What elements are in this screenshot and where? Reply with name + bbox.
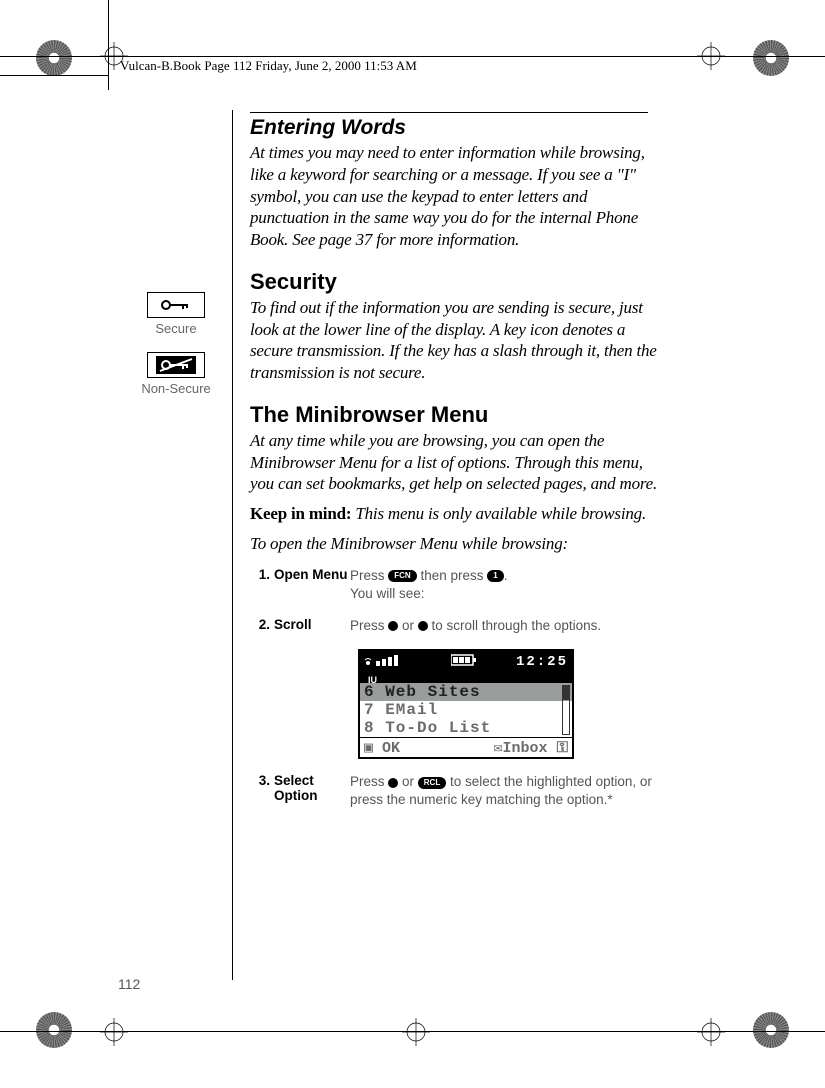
softkey-right: Inbox [503,740,548,757]
softkey-left: OK [382,740,400,757]
step-number: 1. [250,567,274,603]
corner-ornament [753,40,789,76]
registration-mark [402,1018,430,1046]
step-label: Scroll [274,617,350,635]
display-body: 6 Web Sites 7 EMail 8 To-Do List [360,683,572,737]
page-header: Vulcan-B.Book Page 112 Friday, June 2, 2… [120,58,417,74]
softkey-mail-icon: ✉ [494,740,503,757]
step-2: 2. Scroll Press or to scroll through the… [250,617,660,635]
body-minibrowser-1: At any time while you are browsing, you … [250,430,660,495]
heading-entering-words: Entering Words [250,116,660,140]
body-minibrowser-3: To open the Minibrowser Menu while brows… [250,533,660,555]
crop-line [0,56,825,57]
corner-ornament [753,1012,789,1048]
step-1: 1. Open Menu Press FCN then press 1. You… [250,567,660,603]
step-label: Select Option [274,773,350,809]
softkey-key-icon: ⚿ [557,740,568,757]
corner-ornament [36,40,72,76]
display-scrollbar [562,685,570,735]
steps-list: 1. Open Menu Press FCN then press 1. You… [250,567,660,810]
security-icons-sidebar: Secure Non-Secure [130,292,222,396]
registration-mark [100,1018,128,1046]
page-number: 112 [118,976,140,992]
step-number: 2. [250,617,274,635]
scroll-down-key-icon [388,621,398,631]
nonsecure-label: Non-Secure [130,381,222,396]
body-minibrowser-2: Keep in mind: This menu is only availabl… [250,503,660,525]
secure-label: Secure [130,321,222,336]
heading-minibrowser: The Minibrowser Menu [250,402,660,428]
secure-key-icon [147,292,205,318]
crop-line [0,75,108,76]
select-key-icon [388,778,398,788]
display-softkeys: ▣ OK ✉Inbox ⚿ [360,737,572,757]
display-statusbar: 12:25 [360,651,572,673]
rcl-key-icon: RCL [418,777,446,789]
body-security: To find out if the information you are s… [250,297,660,384]
phone-display: 12:25 IU 6 Web Sites 7 EMail 8 To-Do Lis… [358,649,574,759]
corner-ornament [36,1012,72,1048]
step-description: Press or to scroll through the options. [350,617,660,635]
step-number: 3. [250,773,274,809]
display-row: 8 To-Do List [360,719,572,737]
step-description: Press FCN then press 1. You will see: [350,567,660,603]
heading-security: Security [250,269,660,295]
display-row: 7 EMail [360,701,572,719]
crop-line [0,1031,825,1032]
main-content: Entering Words At times you may need to … [250,112,660,824]
vertical-rule [232,110,233,980]
step-description: Press or RCL to select the highlighted o… [350,773,660,809]
keep-in-mind-label: Keep in mind: [250,504,351,523]
nonsecure-key-icon [147,352,205,378]
step-3: 3. Select Option Press or RCL to select … [250,773,660,809]
fcn-key-icon: FCN [388,570,416,582]
scroll-up-key-icon [418,621,428,631]
registration-mark [697,1018,725,1046]
signal-icon [364,653,412,672]
one-key-icon: 1 [487,570,503,582]
crop-line [108,0,109,90]
body-entering-words: At times you may need to enter informati… [250,142,660,251]
softkey-select-icon: ▣ [364,740,373,757]
display-row-highlighted: 6 Web Sites [360,683,572,701]
step-label: Open Menu [274,567,350,603]
battery-icon [451,654,477,671]
clock-time: 12:25 [516,654,568,670]
